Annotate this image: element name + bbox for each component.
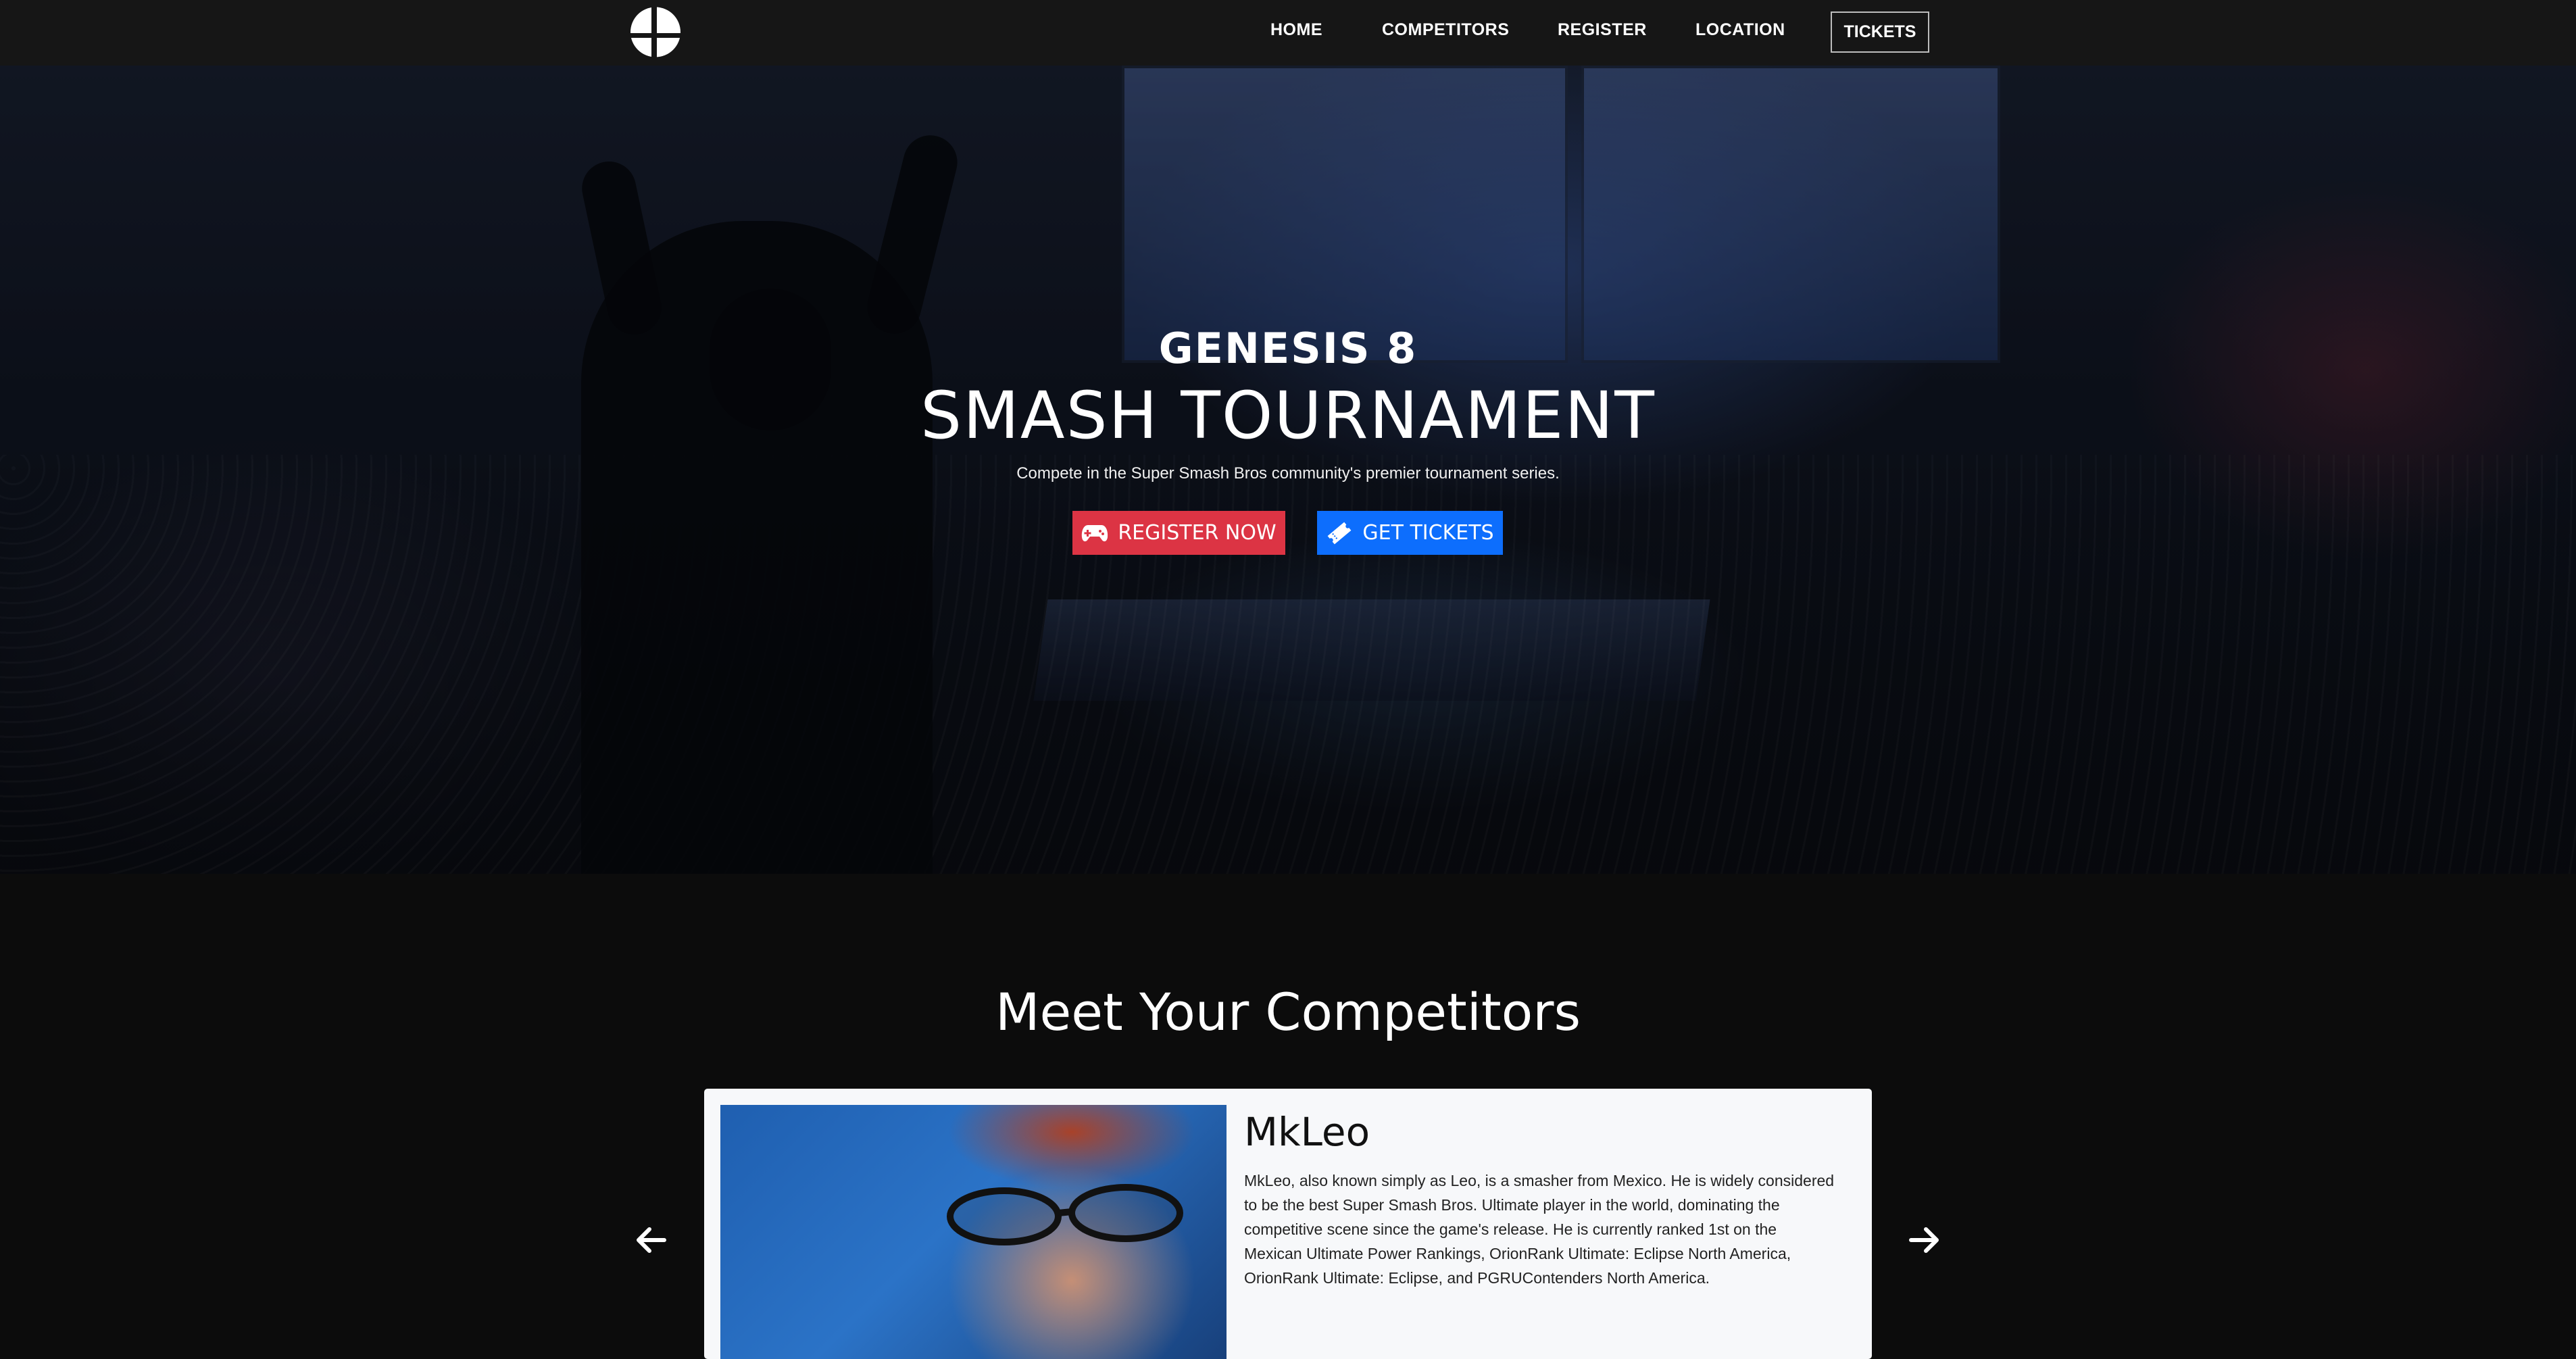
competitor-name: MkLeo [1244, 1109, 1370, 1155]
competitor-description: MkLeo, also known simply as Leo, is a sm… [1244, 1172, 1835, 1287]
nav-home-link[interactable]: HOME [1270, 20, 1322, 40]
nav-tickets-button[interactable]: TICKETS [1831, 11, 1929, 53]
navbar: HOME COMPETITORS REGISTER LOCATION TICKE… [0, 0, 2576, 66]
arrow-right-icon[interactable] [1908, 1224, 1941, 1256]
nav-register-link[interactable]: REGISTER [1558, 20, 1647, 40]
competitor-photo [720, 1105, 1227, 1359]
hero-tagline: Compete in the Super Smash Bros communit… [1016, 464, 1560, 483]
smash-ball-logo-icon[interactable] [628, 6, 683, 58]
hero-subtitle: GENESIS 8 [1158, 324, 1418, 373]
competitor-card: MkLeo MkLeo, also known simply as Leo, i… [704, 1089, 1872, 1359]
ticket-icon [1328, 522, 1352, 544]
hero-title: SMASH TOURNAMENT [920, 378, 1656, 453]
competitor-glasses-graphic [947, 1184, 1183, 1245]
hero-content: GENESIS 8 SMASH TOURNAMENT Compete in th… [0, 66, 2576, 874]
get-tickets-button[interactable]: GET TICKETS [1317, 511, 1503, 555]
nav-competitors-link[interactable]: COMPETITORS [1382, 20, 1509, 40]
register-now-label: REGISTER NOW [1118, 521, 1277, 545]
hero-section: GENESIS 8 SMASH TOURNAMENT Compete in th… [0, 66, 2576, 874]
register-now-button[interactable]: REGISTER NOW [1072, 511, 1285, 555]
competitors-title: Meet Your Competitors [995, 982, 1581, 1042]
gamepad-icon [1082, 524, 1108, 541]
arrow-left-icon[interactable] [635, 1224, 667, 1256]
nav-location-link[interactable]: LOCATION [1695, 20, 1785, 40]
get-tickets-label: GET TICKETS [1362, 521, 1494, 545]
competitors-section: Meet Your Competitors MkLeo MkLeo, also … [0, 874, 2576, 1359]
